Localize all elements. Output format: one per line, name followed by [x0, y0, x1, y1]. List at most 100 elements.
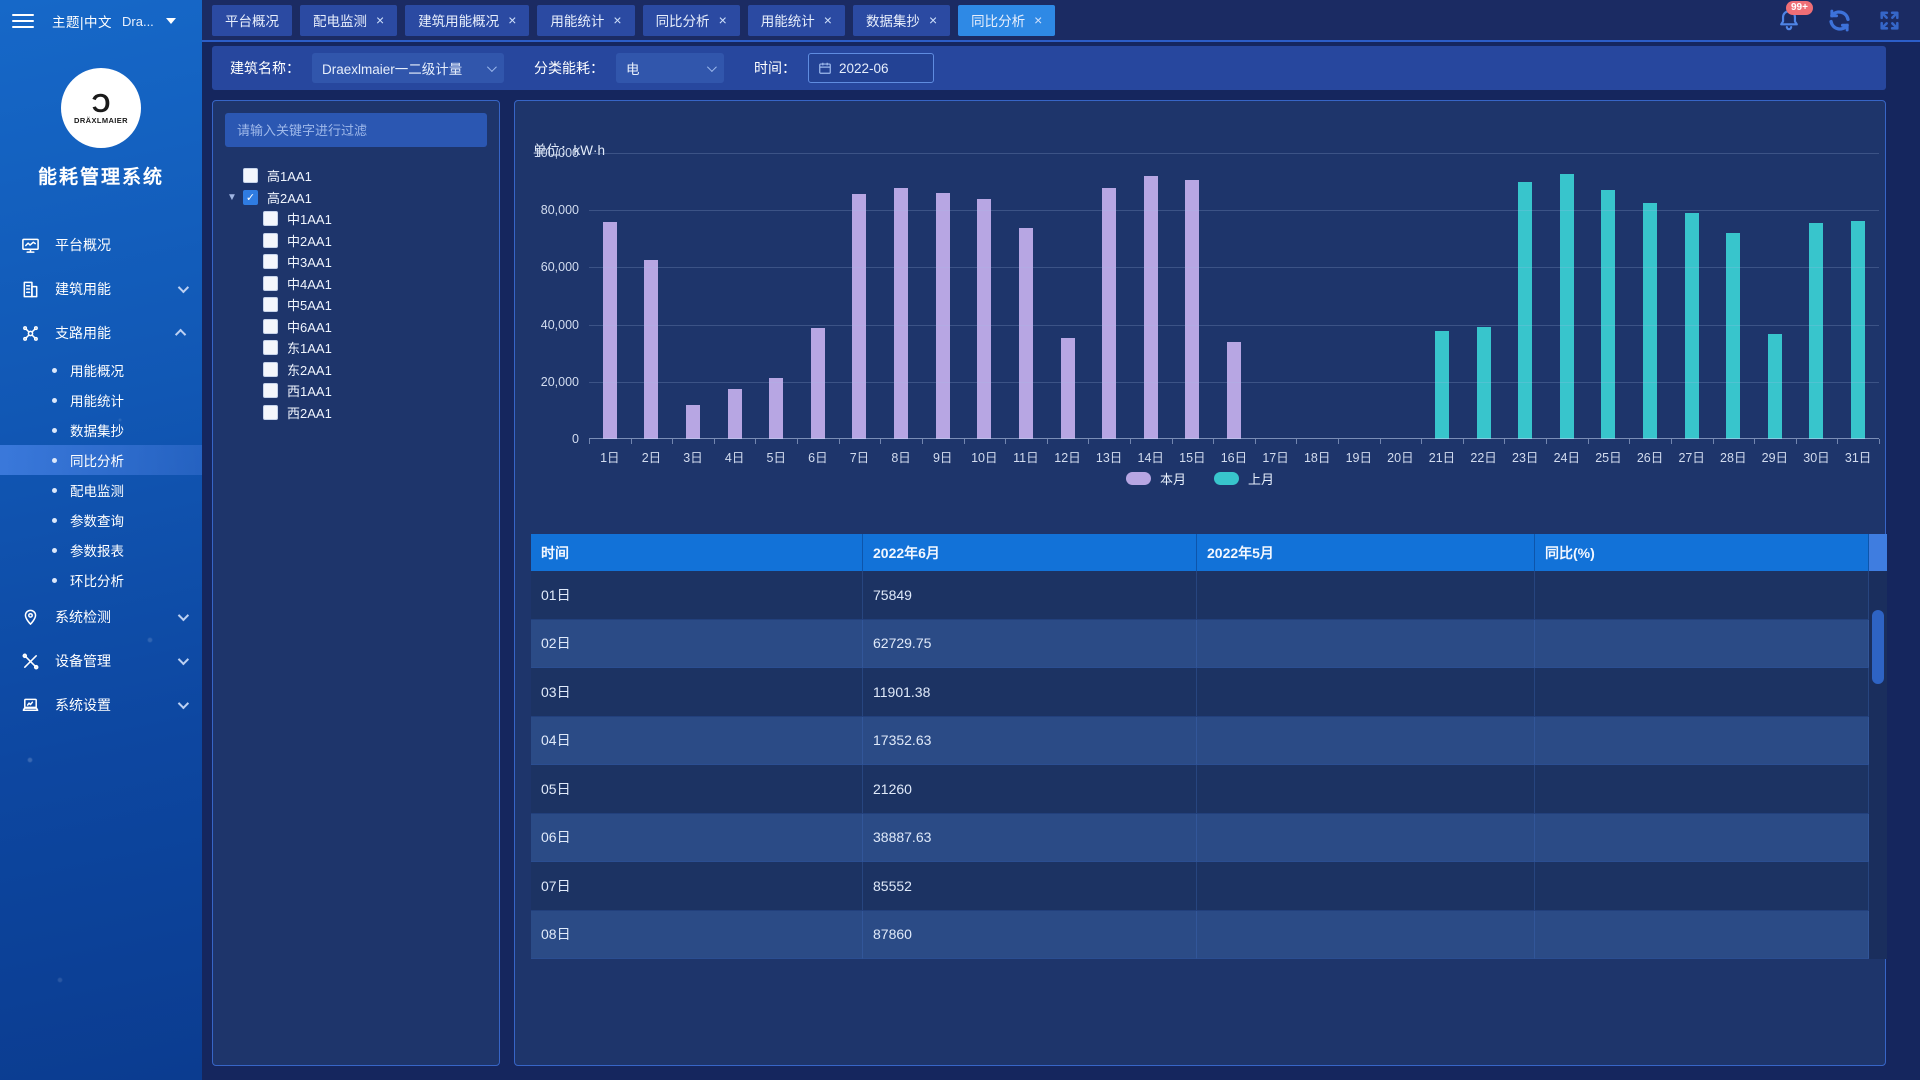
bar[interactable] — [603, 222, 617, 439]
bar[interactable] — [1643, 203, 1657, 439]
bar[interactable] — [1726, 233, 1740, 439]
bar[interactable] — [1768, 334, 1782, 439]
legend-item[interactable]: 上月 — [1214, 469, 1274, 488]
bar[interactable] — [1435, 331, 1449, 439]
tab[interactable]: 配电监测 × — [300, 5, 397, 36]
checkbox[interactable] — [263, 233, 278, 248]
tree-node[interactable]: 中6AA1 — [213, 316, 499, 338]
fullscreen-icon[interactable] — [1874, 5, 1904, 35]
checkbox[interactable] — [263, 340, 278, 355]
tab[interactable]: 用能统计 × — [748, 5, 845, 36]
tab-close-icon[interactable]: × — [1034, 13, 1042, 27]
sidebar-item[interactable]: 平台概况 — [0, 223, 202, 267]
bar[interactable] — [1227, 342, 1241, 439]
bar[interactable] — [1477, 327, 1491, 439]
bar[interactable] — [852, 194, 866, 439]
bar[interactable] — [1851, 221, 1865, 439]
table-scrollbar-thumb[interactable] — [1872, 610, 1884, 684]
tree-node[interactable]: ▼ ✓ 高2AA1 — [213, 187, 499, 209]
bar[interactable] — [1685, 213, 1699, 439]
sidebar-item[interactable]: 建筑用能 — [0, 267, 202, 311]
building-select[interactable]: Draexlmaier一二级计量 — [312, 53, 504, 83]
tree-node[interactable]: 中5AA1 — [213, 294, 499, 316]
tab[interactable]: 同比分析 × — [643, 5, 740, 36]
tab-close-icon[interactable]: × — [929, 13, 937, 27]
bar[interactable] — [1185, 180, 1199, 439]
date-input[interactable]: 2022-06 — [808, 53, 934, 83]
tab[interactable]: 建筑用能概况 × — [405, 5, 529, 36]
tab-close-icon[interactable]: × — [613, 13, 621, 27]
bar[interactable] — [811, 328, 825, 439]
tree-node[interactable]: 西2AA1 — [213, 402, 499, 424]
tree-node[interactable]: 东1AA1 — [213, 337, 499, 359]
bar[interactable] — [894, 188, 908, 439]
sidebar-subitem[interactable]: 数据集抄 — [0, 415, 202, 445]
tree-node[interactable]: 中3AA1 — [213, 251, 499, 273]
laptop-icon — [20, 695, 40, 715]
bar[interactable] — [644, 260, 658, 439]
bar-slot — [922, 153, 964, 439]
checkbox[interactable] — [263, 276, 278, 291]
sidebar-item[interactable]: 支路用能 — [0, 311, 202, 355]
bar[interactable] — [769, 378, 783, 439]
tree-node[interactable]: 东2AA1 — [213, 359, 499, 381]
user-dropdown[interactable]: Dra... — [122, 14, 154, 29]
bar[interactable] — [1601, 190, 1615, 439]
tree-search-input[interactable] — [225, 113, 487, 147]
tree-node[interactable]: 中2AA1 — [213, 230, 499, 252]
tab-close-icon[interactable]: × — [376, 13, 384, 27]
sidebar-subitem[interactable]: 用能概况 — [0, 355, 202, 385]
bar[interactable] — [686, 405, 700, 439]
tree-node[interactable]: 中1AA1 — [213, 208, 499, 230]
bar[interactable] — [728, 389, 742, 439]
checkbox[interactable] — [263, 362, 278, 377]
sidebar-subitem[interactable]: 参数查询 — [0, 505, 202, 535]
notification-bell-icon[interactable]: 99+ — [1774, 5, 1804, 35]
checkbox[interactable] — [263, 405, 278, 420]
bar[interactable] — [936, 193, 950, 439]
bar[interactable] — [1560, 174, 1574, 439]
bar[interactable] — [1061, 338, 1075, 439]
sidebar-subitem[interactable]: 环比分析 — [0, 565, 202, 595]
refresh-icon[interactable] — [1824, 5, 1854, 35]
bar[interactable] — [1809, 223, 1823, 439]
legend-item[interactable]: 本月 — [1126, 469, 1186, 488]
sidebar-item[interactable]: 系统设置 — [0, 683, 202, 727]
checkbox[interactable] — [263, 211, 278, 226]
tree-node[interactable]: 西1AA1 — [213, 380, 499, 402]
menu-toggle-icon[interactable] — [12, 14, 34, 28]
sidebar-subitem[interactable]: 同比分析 — [0, 445, 202, 475]
checkbox[interactable]: ✓ — [243, 190, 258, 205]
sidebar-subitem[interactable]: 配电监测 — [0, 475, 202, 505]
checkbox[interactable] — [263, 254, 278, 269]
tab-label: 同比分析 — [971, 10, 1025, 30]
tree-node-label: 中3AA1 — [287, 252, 332, 271]
energy-select[interactable]: 电 — [616, 53, 724, 83]
bar[interactable] — [1019, 228, 1033, 439]
caret-down-icon[interactable]: ▼ — [227, 192, 243, 203]
tree-node[interactable]: ▼ 高1AA1 — [213, 165, 499, 187]
table-cell — [1197, 668, 1535, 717]
tab-close-icon[interactable]: × — [508, 13, 516, 27]
sidebar-item[interactable]: 系统检测 — [0, 595, 202, 639]
sidebar-subitem[interactable]: 参数报表 — [0, 535, 202, 565]
bar[interactable] — [1102, 188, 1116, 439]
checkbox[interactable] — [263, 297, 278, 312]
tab-close-icon[interactable]: × — [719, 13, 727, 27]
table-cell: 03日 — [531, 668, 863, 717]
tab-close-icon[interactable]: × — [824, 13, 832, 27]
checkbox[interactable] — [243, 168, 258, 183]
tab[interactable]: 同比分析 × — [958, 5, 1055, 36]
sidebar-subitem[interactable]: 用能统计 — [0, 385, 202, 415]
checkbox[interactable] — [263, 319, 278, 334]
bar[interactable] — [977, 199, 991, 439]
checkbox[interactable] — [263, 383, 278, 398]
bar[interactable] — [1144, 176, 1158, 439]
tab[interactable]: 数据集抄 × — [853, 5, 950, 36]
sidebar-item[interactable]: 设备管理 — [0, 639, 202, 683]
tree-node[interactable]: 中4AA1 — [213, 273, 499, 295]
theme-language-label[interactable]: 主题|中文 — [52, 11, 112, 31]
bar[interactable] — [1518, 182, 1532, 439]
tab[interactable]: 平台概况 — [212, 5, 292, 36]
tab[interactable]: 用能统计 × — [537, 5, 634, 36]
